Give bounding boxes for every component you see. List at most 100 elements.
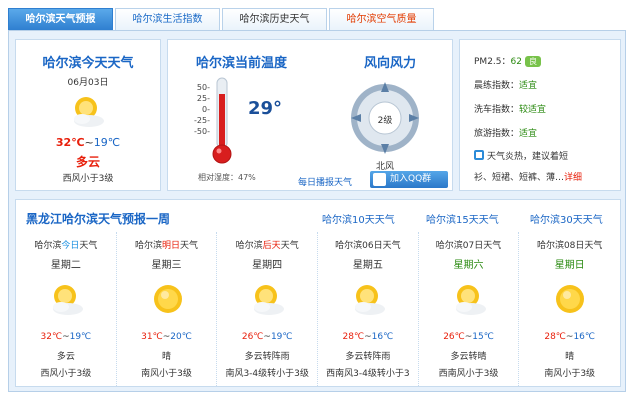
day-heading: 哈尔滨08日天气 [519, 238, 620, 251]
link-30-day[interactable]: 哈尔滨30天天气 [530, 211, 603, 226]
tab-forecast[interactable]: 哈尔滨天气预报 [8, 8, 113, 30]
tab-bar: 哈尔滨天气预报 哈尔滨生活指数 哈尔滨历史天气 哈尔滨空气质量 [8, 8, 626, 30]
day-suffix: 天气 [79, 241, 98, 251]
day-suffix: 天气 [483, 241, 502, 251]
partly-cloudy-icon [455, 285, 486, 315]
partly-cloudy-icon [53, 285, 83, 315]
day-low: 19℃ [270, 332, 293, 342]
day-suffix: 天气 [584, 241, 603, 251]
tip-line-1: 天气炎热，建议着短 [487, 152, 569, 162]
day-card[interactable]: 哈尔滨后天天气 星期四 26℃~19℃ 多云转阵雨 南风3-4级转小于3级 [217, 232, 319, 386]
day-weekday: 星期二 [50, 260, 81, 271]
thermometer: 50- 25- 0- -25- -50- [188, 77, 258, 172]
index-value[interactable]: 较适宜 [519, 105, 546, 115]
day-condition: 晴 [565, 352, 575, 362]
pm25-label: PM2.5： [474, 57, 511, 67]
day-high: 31℃ [141, 332, 163, 342]
index-row: 旅游指数：适宜 [474, 126, 537, 139]
detail-link[interactable]: 详细 [564, 173, 582, 183]
day-condition: 多云转阵雨 [345, 352, 391, 362]
humidity: 相对湿度：47% [198, 173, 256, 182]
day-wind: 南风3-4级转小于3级 [225, 369, 309, 379]
day-weekday: 星期四 [252, 260, 283, 271]
today-temp-sep: ~ [84, 136, 94, 149]
partly-cloudy-icon [254, 285, 285, 315]
day-prefix: 哈尔滨 [235, 241, 263, 251]
day-high: 32℃ [40, 332, 63, 342]
day-low: 15℃ [472, 332, 494, 342]
today-temperature-range: 32℃~19℃ [16, 136, 160, 149]
tip-line-2: 衫、短裙、短裤、薄… [474, 173, 565, 183]
link-15-day[interactable]: 哈尔滨15天天气 [426, 211, 499, 226]
day-weekday: 星期日 [554, 260, 585, 271]
daily-broadcast-link[interactable]: 每日播报天气 [298, 175, 352, 188]
index-value[interactable]: 适宜 [519, 129, 537, 139]
day-suffix: 天气 [180, 241, 199, 251]
sunny-icon [153, 285, 182, 313]
thermometer-scale: 50- 25- 0- -25- -50- [188, 82, 210, 137]
scale-tick: 50- [196, 83, 210, 92]
current-temperature: 29° [248, 98, 283, 119]
pm25-level-badge: 良 [524, 56, 541, 67]
day-temperature-range: 26℃~19℃ [217, 332, 317, 342]
day-prefix: 哈尔滨 [134, 241, 162, 251]
indices-panel: PM2.5：62 良 晨练指数：适宜 洗车指数：较适宜 旅游指数：适宜 天气炎热，… [459, 39, 621, 191]
pm25-row: PM2.5：62 良 [474, 54, 541, 67]
today-condition: 多云 [75, 155, 100, 169]
day-card[interactable]: 哈尔滨今日天气 星期二 32℃~19℃ 多云 西风小于3级 [16, 232, 117, 386]
join-qq-group-label: 加入QQ群 [390, 174, 432, 184]
join-qq-group-button[interactable]: 加入QQ群 [370, 171, 448, 188]
index-label: 晨练指数： [474, 81, 520, 91]
day-weekday: 星期六 [453, 260, 484, 271]
week-title: 黑龙江哈尔滨天气预报一周 [26, 212, 171, 226]
scale-tick: -50- [194, 127, 210, 136]
day-high: 28℃ [544, 332, 566, 342]
index-row: 洗车指数：较适宜 [474, 102, 546, 115]
day-card[interactable]: 哈尔滨06日天气 星期五 28℃~16℃ 多云转阵雨 西南风3-4级转小于3 [318, 232, 419, 386]
day-prefix: 哈尔滨 [435, 241, 463, 251]
clothing-tip: 天气炎热，建议着短 [474, 149, 568, 162]
day-prefix: 哈尔滨 [335, 241, 363, 251]
day-weekday: 星期五 [352, 260, 383, 271]
day-heading: 哈尔滨今日天气 [16, 238, 116, 251]
link-10-day[interactable]: 哈尔滨10天天气 [322, 211, 395, 226]
day-temperature-range: 26℃~15℃ [419, 332, 519, 342]
tab-life-index[interactable]: 哈尔滨生活指数 [115, 8, 220, 30]
day-temperature-range: 28℃~16℃ [318, 332, 418, 342]
tab-air-quality[interactable]: 哈尔滨空气质量 [329, 8, 434, 30]
weather-frame: 哈尔滨今天天气 06月03日 32℃~19℃ 多云 西风小于3级 哈尔滨当前温度… [8, 30, 626, 392]
day-wind: 南风小于3级 [141, 369, 192, 379]
day-highlight: 今日 [61, 241, 80, 251]
day-low: 20℃ [170, 332, 192, 342]
day-temp-sep: ~ [62, 332, 70, 342]
day-card[interactable]: 哈尔滨明日天气 星期三 31℃~20℃ 晴 南风小于3级 [117, 232, 218, 386]
day-card[interactable]: 哈尔滨08日天气 星期日 28℃~16℃ 晴 南风小于3级 [519, 232, 620, 386]
day-highlight: 07日 [462, 241, 484, 251]
day-card[interactable]: 哈尔滨07日天气 星期六 26℃~15℃ 多云转晴 西南风小于3级 [419, 232, 520, 386]
day-suffix: 天气 [280, 241, 299, 251]
day-condition: 多云转晴 [450, 352, 487, 362]
index-label: 旅游指数： [474, 129, 520, 139]
partly-cloudy-icon [355, 285, 386, 315]
thermometer-icon [212, 77, 232, 164]
day-low: 19℃ [69, 332, 92, 342]
day-weekday: 星期三 [151, 260, 182, 271]
current-title: 哈尔滨当前温度 [196, 56, 288, 71]
day-prefix: 哈尔滨 [536, 241, 564, 251]
day-highlight: 08日 [563, 241, 585, 251]
day-list: 哈尔滨今日天气 星期二 32℃~19℃ 多云 西风小于3级 哈尔滨明日天气 星期… [16, 232, 620, 386]
day-highlight: 06日 [362, 241, 383, 251]
scale-tick: 0- [202, 105, 210, 114]
day-condition: 晴 [162, 352, 172, 362]
tab-history[interactable]: 哈尔滨历史天气 [222, 8, 327, 30]
today-title: 哈尔滨今天天气 [42, 56, 134, 71]
day-heading: 哈尔滨明日天气 [117, 238, 217, 251]
day-high: 26℃ [241, 332, 264, 342]
today-panel: 哈尔滨今天天气 06月03日 32℃~19℃ 多云 西风小于3级 [15, 39, 161, 191]
clothing-tip-cont: 衫、短裙、短裤、薄…详细 [474, 170, 582, 183]
partly-cloudy-icon [74, 97, 104, 127]
day-low: 16℃ [573, 332, 596, 342]
day-low: 16℃ [371, 332, 394, 342]
current-panel: 哈尔滨当前温度 风向风力 50- 25- 0- -25- -50- 29° 相对… [167, 39, 453, 191]
index-value[interactable]: 适宜 [519, 81, 537, 91]
